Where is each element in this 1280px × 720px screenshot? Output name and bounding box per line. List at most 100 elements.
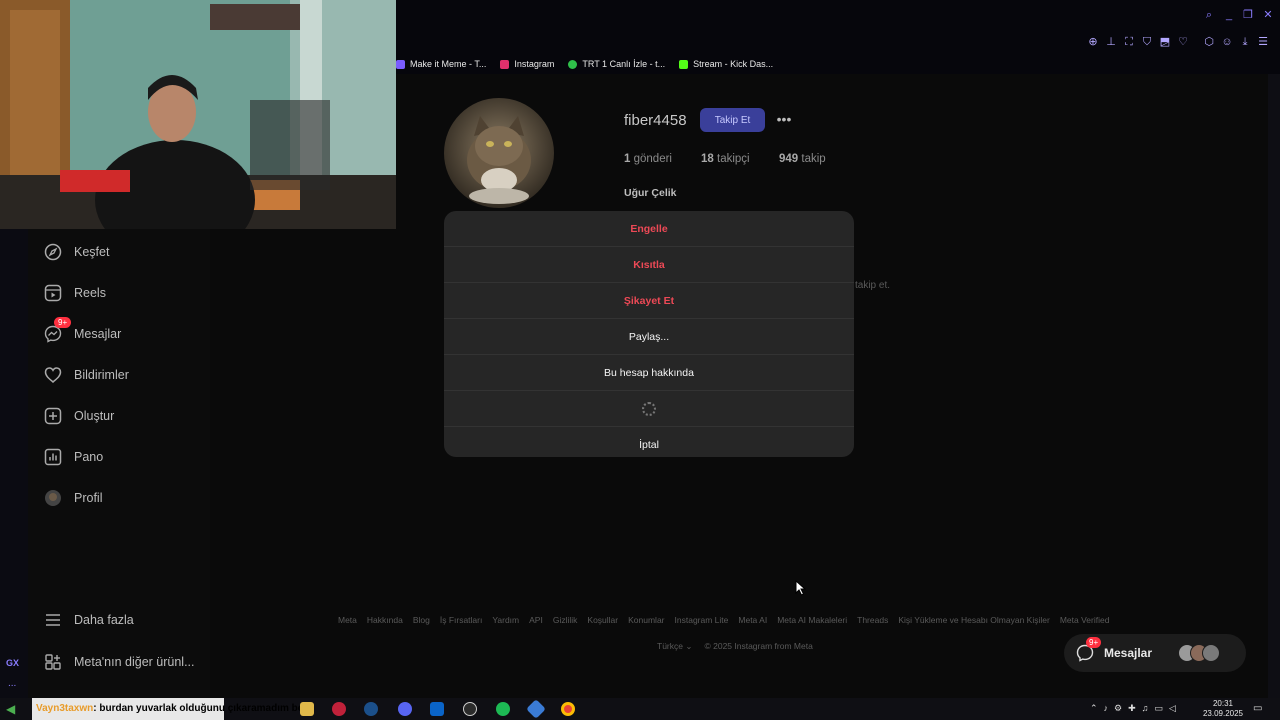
footer-link[interactable]: Threads [857,615,888,625]
sidebar-item-create[interactable]: Oluştur [44,404,114,428]
report-button[interactable]: Şikayet Et [444,283,854,319]
back-arrow-icon[interactable]: ◀ [6,702,20,716]
sidebar-item-messages[interactable]: 9+ Mesajlar [44,317,121,346]
language-select[interactable]: Türkçe ⌄ [657,641,692,652]
loading-row [444,391,854,427]
bookmark-trt1[interactable]: TRT 1 Canlı İzle - t... [568,59,665,69]
spotify-icon[interactable] [496,702,510,716]
title-bar [396,0,1280,30]
profile-options-dialog: Engelle Kısıtla Şikayet Et Paylaş... Bu … [444,211,854,457]
bookmark-instagram[interactable]: Instagram [500,59,554,69]
discord-icon[interactable] [398,702,412,716]
cancel-button[interactable]: İptal [444,427,854,457]
download-icon[interactable]: ⤓ [1239,36,1251,48]
restore-icon[interactable]: ❐ [1242,9,1254,21]
sidebar-item-label: Pano [74,450,104,464]
close-icon[interactable]: ✕ [1262,9,1274,21]
sidebar-more-button[interactable]: Daha fazla [44,608,134,632]
footer-link[interactable]: Meta [338,615,357,625]
sidebar-item-notifications[interactable]: Bildirimler [44,363,129,387]
restrict-button[interactable]: Kısıtla [444,247,854,283]
footer-bottom: Türkçe ⌄ © 2025 Instagram from Meta [657,641,813,652]
scrollbar[interactable] [1268,74,1280,698]
screenshot-icon[interactable]: ⛶ [1123,36,1135,48]
notification-icon[interactable]: ▭ [1253,703,1265,715]
following-label: takip [801,153,826,165]
about-account-button[interactable]: Bu hesap hakkında [444,355,854,391]
kick-icon [679,59,689,69]
footer-link[interactable]: Meta AI Makaleleri [777,615,847,625]
sidebar-item-reels[interactable]: Reels [44,281,106,305]
footer-link[interactable]: Instagram Lite [675,615,729,625]
zoom-icon[interactable]: ⊕ [1087,36,1099,48]
block-button[interactable]: Engelle [444,211,854,247]
reels-icon [44,284,62,302]
minimize-icon[interactable]: _ [1223,9,1235,21]
footer-link[interactable]: İş Fırsatları [440,615,483,625]
chrome-icon[interactable] [561,702,575,716]
search-icon[interactable]: ⌕ [1203,9,1215,21]
sidebar-item-label: Bildirimler [74,368,129,382]
bookmark-label: Make it Meme - T... [410,59,487,69]
posts-stat: 1 gönderi [624,153,672,165]
gx-more-icon[interactable]: ... [8,678,16,689]
heart-outline-icon[interactable]: ♡ [1177,36,1189,48]
floating-messages-label: Mesajlar [1104,646,1153,660]
sidebar-item-explore[interactable]: Keşfet [44,240,109,264]
footer-link[interactable]: Meta Verified [1060,615,1110,625]
sidebar-item-label: Profil [74,491,103,505]
footer-link[interactable]: Gizlilik [553,615,578,625]
sidebar-item-profile[interactable]: Profil [44,486,102,510]
bookmark-kick[interactable]: Stream - Kick Das... [679,59,773,69]
steam-icon[interactable] [364,702,378,716]
pin-icon[interactable]: ⊥ [1105,36,1117,48]
hamburger-icon [44,611,62,629]
footer-link[interactable]: Konumlar [628,615,664,625]
footer-link[interactable]: API [529,615,543,625]
sidebar-item-label: Oluştur [74,409,115,423]
footer-link[interactable]: Kişi Yükleme ve Hesabı Olmayan Kişiler [898,615,1050,625]
background-hint-text: takip et. [855,280,891,291]
dashboard-icon [44,448,62,466]
followers-stat[interactable]: 18 takipçi [701,153,750,165]
sidebar-meta-apps-button[interactable]: Meta'nın diğer ürünl... [44,650,195,674]
sidebar-item-label: Meta'nın diğer ürünl... [74,655,195,669]
play-icon[interactable]: ▷ [1159,36,1171,48]
footer-link[interactable]: Meta AI [738,615,767,625]
share-button[interactable]: Paylaş... [444,319,854,355]
footer-link[interactable]: Blog [413,615,430,625]
system-tray-icons[interactable]: ⌃♪⚙✚♫▭◁ [1090,703,1190,715]
loading-spinner-icon [642,401,656,416]
floating-messages-button[interactable]: 9+ Mesajlar [1064,634,1246,672]
bookmark-make-it-meme[interactable]: Make it Meme - T... [396,59,486,69]
opera-gx-icon[interactable] [332,702,346,716]
apps-grid-icon [44,653,62,671]
heart-icon [44,366,62,384]
profile-icon[interactable]: ☺ [1221,36,1233,48]
more-options-icon[interactable]: ••• [774,110,794,130]
posts-label: gönderi [633,153,672,165]
shield-icon[interactable]: ⛉ [1141,36,1153,48]
gx-logo[interactable]: GX [6,658,19,668]
footer-link[interactable]: Yardım [492,615,519,625]
outlook-icon[interactable] [430,702,444,716]
sidebar-item-dashboard[interactable]: Pano [44,445,103,469]
sidebar-item-label: Keşfet [74,245,110,259]
cat-photo-icon [444,98,554,208]
sidebar-item-label: Daha fazla [74,613,134,627]
following-stat[interactable]: 949 takip [779,153,826,165]
taskbar-clock[interactable]: 20:31 23.09.2025 [1198,699,1248,719]
profile-avatar[interactable] [444,98,554,208]
footer-link[interactable]: Hakkında [367,615,403,625]
footer-link[interactable]: Koşullar [587,615,618,625]
obs-icon[interactable] [463,702,477,716]
menu-icon[interactable]: ☰ [1257,36,1269,48]
trt-icon [568,59,578,69]
file-explorer-icon[interactable] [300,702,314,716]
bookmarks-bar: Make it Meme - T... Instagram TRT 1 Canl… [396,54,1280,74]
webcam-feed-icon [0,0,396,229]
copyright: © 2025 Instagram from Meta [704,641,813,651]
bookmark-label: Instagram [514,59,555,69]
extensions-icon[interactable]: ⬡ [1203,36,1215,48]
follow-button[interactable]: Takip Et [700,108,765,132]
